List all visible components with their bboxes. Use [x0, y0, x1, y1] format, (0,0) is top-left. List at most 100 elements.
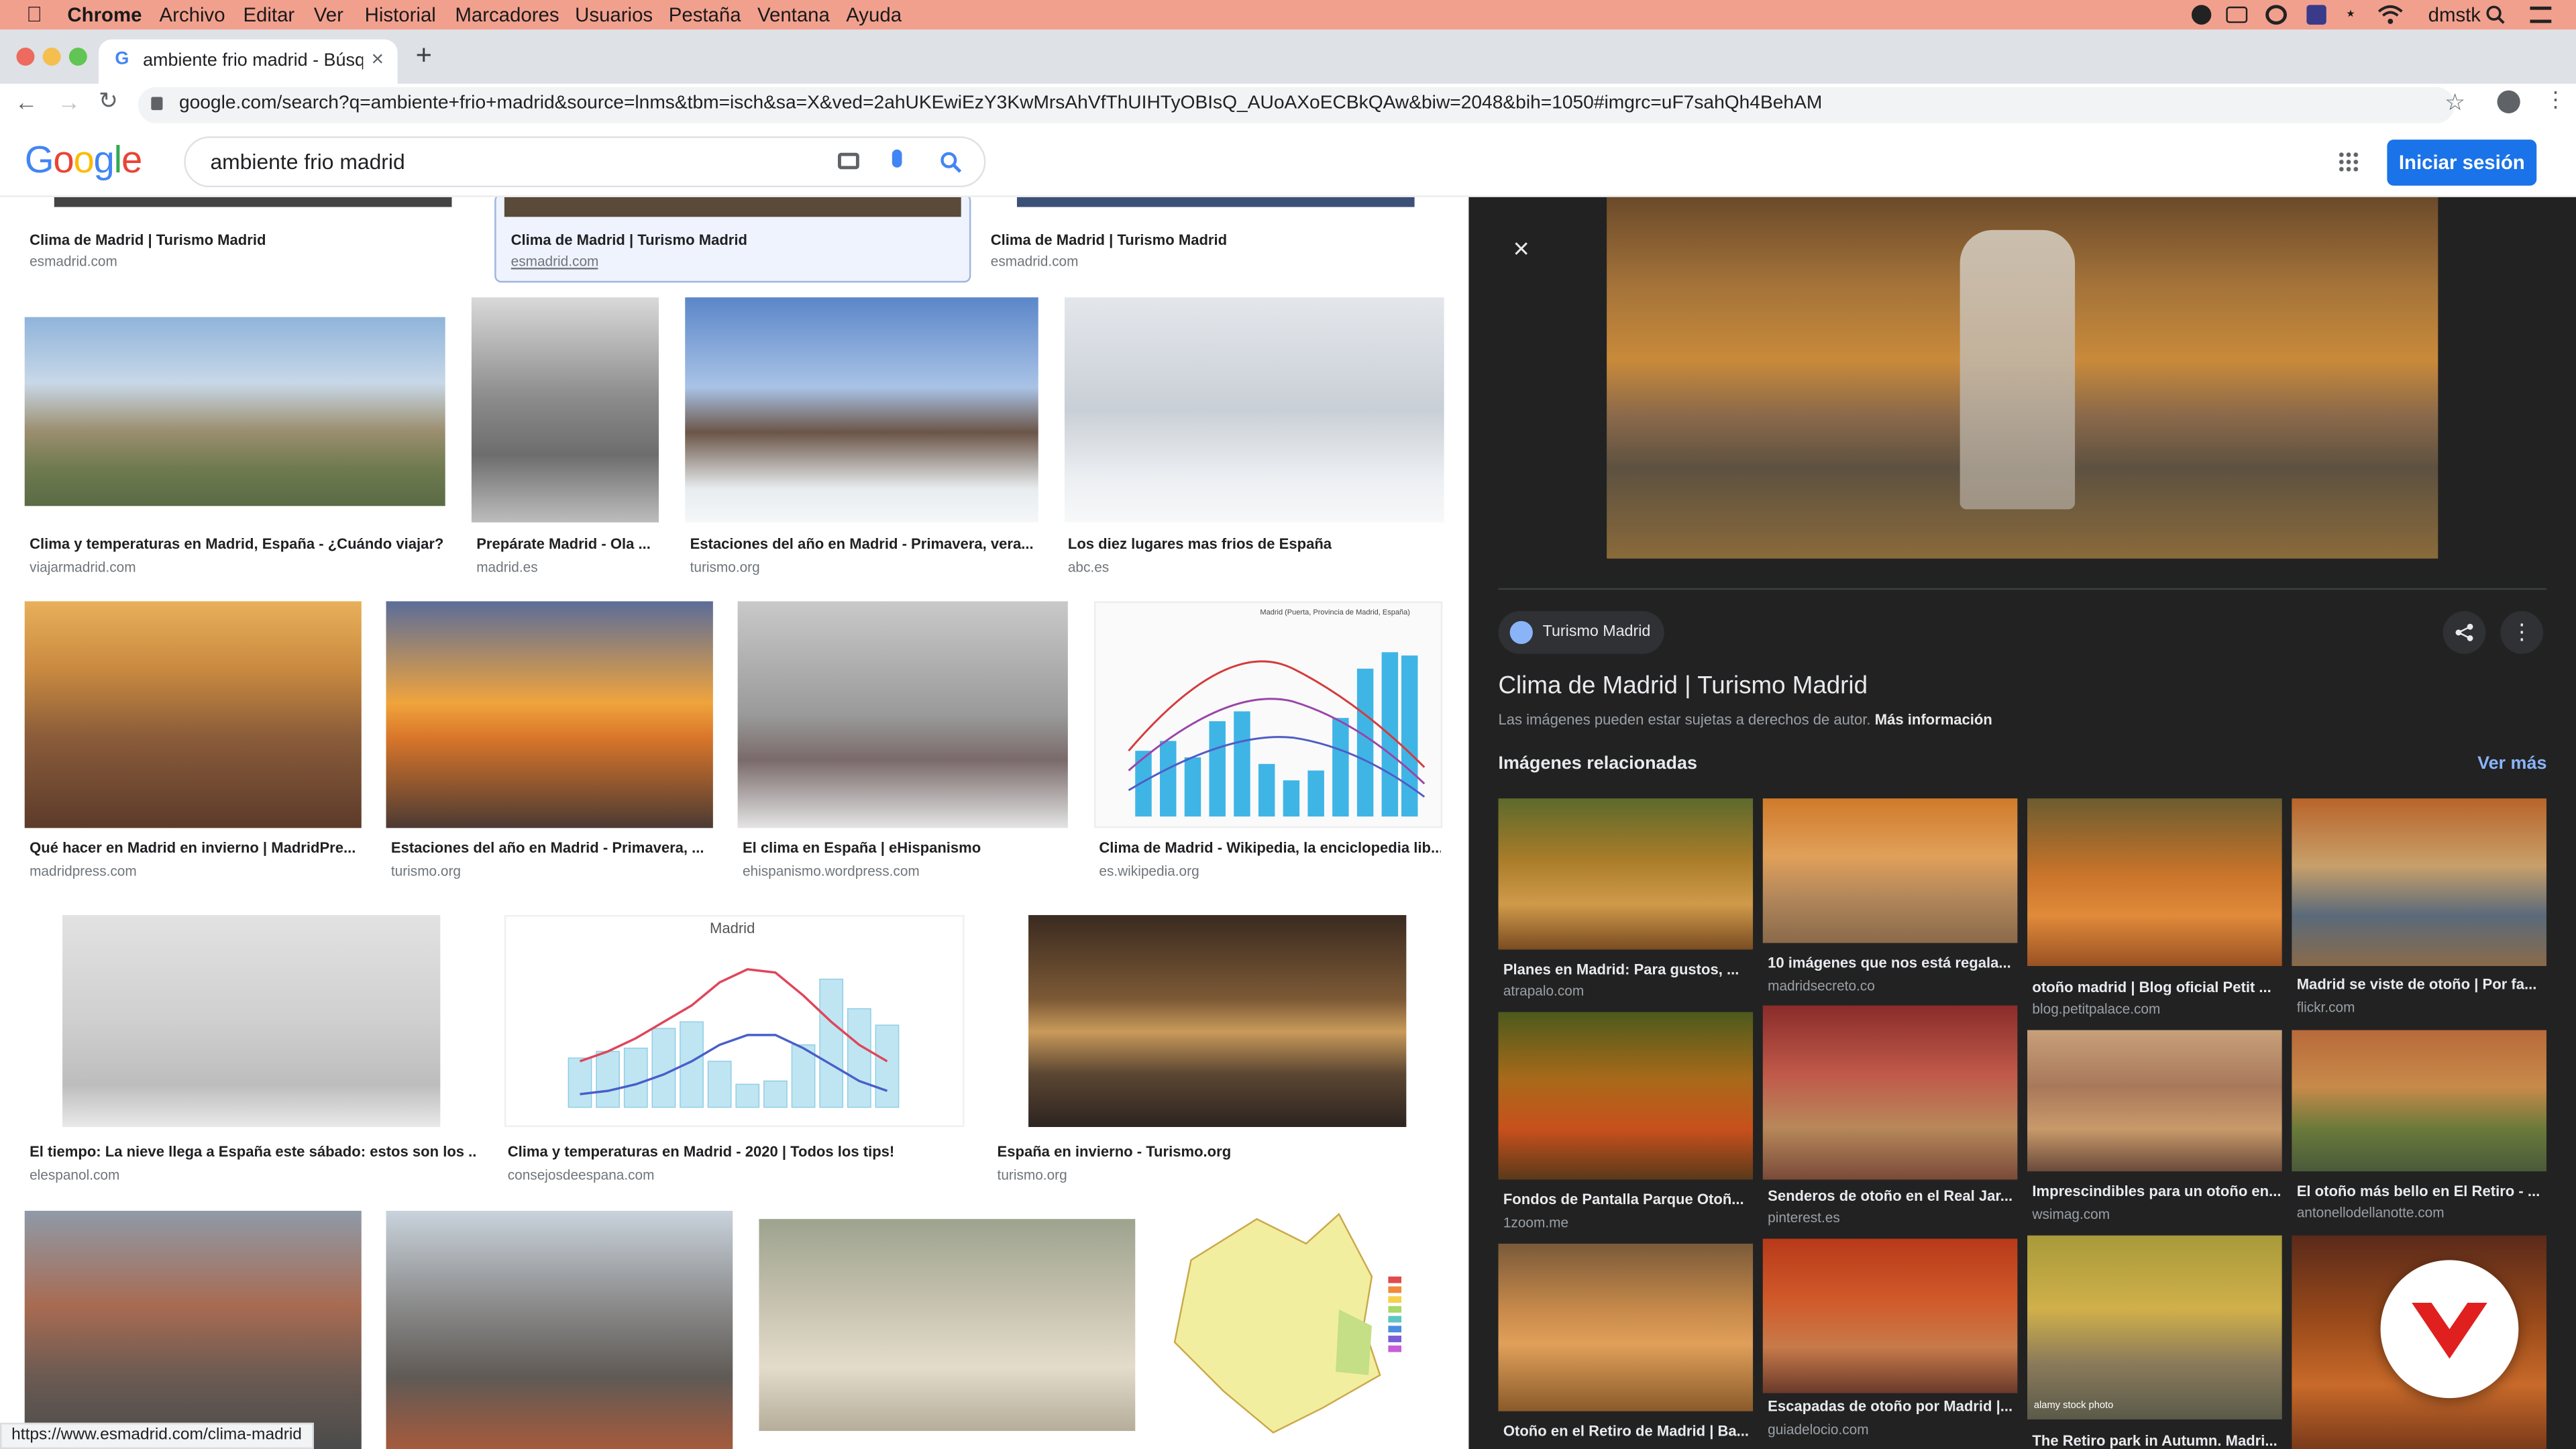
related-caption[interactable]: The Retiro park in Autumn. Madri... [2032, 1433, 2282, 1449]
result-domain[interactable]: madridpress.com [30, 863, 137, 879]
related-image[interactable] [2027, 1030, 2282, 1172]
result-caption[interactable]: Estaciones del año en Madrid - Primavera… [391, 839, 712, 855]
related-caption[interactable]: Imprescindibles para un otoño en... [2032, 1183, 2282, 1199]
result-domain[interactable]: esmadrid.com [991, 253, 1079, 269]
result-caption[interactable]: Qué hacer en Madrid en invierno | Madrid… [30, 839, 358, 855]
menu-pestana[interactable]: Pestaña [669, 3, 741, 26]
menu-editar[interactable]: Editar [243, 3, 294, 26]
related-domain[interactable]: flickr.com [2297, 999, 2355, 1015]
result-image[interactable] [24, 317, 445, 506]
related-domain[interactable]: atrapalo.com [1503, 983, 1584, 999]
result-domain[interactable]: madrid.es [476, 559, 537, 575]
source-chip[interactable]: Turismo Madrid [1498, 611, 1664, 654]
result-caption[interactable]: Clima y temperaturas en Madrid - 2020 | … [508, 1144, 968, 1160]
more-options-icon[interactable]: ⋮ [2500, 611, 2544, 654]
related-image[interactable] [1762, 1238, 2018, 1393]
preview-image[interactable] [1607, 197, 2438, 559]
result-chart-image[interactable]: Madrid [504, 915, 965, 1128]
close-panel-icon[interactable]: × [1513, 233, 1529, 266]
related-caption[interactable]: Planes en Madrid: Para gustos, ... [1503, 961, 1753, 977]
related-domain[interactable]: madridsecreto.co [1768, 977, 1875, 994]
app-status-icon[interactable] [2306, 5, 2326, 25]
menu-usuarios[interactable]: Usuarios [575, 3, 653, 26]
related-caption[interactable]: Fondos de Pantalla Parque Otoñ... [1503, 1191, 1753, 1208]
back-icon[interactable]: ← [15, 89, 38, 115]
related-caption[interactable]: El otoño más bello en El Retiro - ... [2297, 1183, 2546, 1199]
result-caption[interactable]: Clima de Madrid - Wikipedia, la enciclop… [1099, 839, 1440, 855]
signin-button[interactable]: Iniciar sesión [2387, 140, 2537, 186]
window-zoom-icon[interactable] [68, 48, 87, 66]
result-caption[interactable]: Clima de Madrid | Turismo Madrid [30, 231, 457, 248]
result-caption[interactable]: Clima de Madrid | Turismo Madrid [511, 231, 955, 248]
cc-icon[interactable] [2265, 5, 2288, 25]
result-domain[interactable]: abc.es [1068, 559, 1109, 575]
tab-active[interactable]: G ambiente frio madrid - Búsque × [98, 39, 398, 84]
menu-ayuda[interactable]: Ayuda [846, 3, 902, 26]
result-image[interactable] [386, 1210, 733, 1449]
related-image[interactable] [1762, 798, 2018, 943]
result-caption[interactable]: El tiempo: La nieve llega a España este … [30, 1144, 476, 1160]
result-caption[interactable]: Clima y temperaturas en Madrid, España -… [30, 535, 443, 551]
result-domain[interactable]: esmadrid.com [30, 253, 117, 269]
related-caption[interactable]: 10 imágenes que nos está regala... [1768, 955, 2017, 971]
related-domain[interactable]: wsimag.com [2032, 1206, 2110, 1222]
share-button[interactable] [2443, 611, 2486, 654]
wifi-icon[interactable] [2377, 5, 2404, 24]
result-image[interactable] [1064, 297, 1444, 523]
result-image[interactable] [737, 601, 1068, 828]
preview-title[interactable]: Clima de Madrid | Turismo Madrid [1498, 672, 1868, 700]
related-image[interactable] [1762, 1005, 2018, 1180]
result-map-image[interactable] [1158, 1210, 1444, 1438]
menu-historial[interactable]: Historial [365, 3, 436, 26]
related-domain[interactable]: antonellodellanotte.com [2297, 1204, 2445, 1220]
related-domain[interactable]: 1zoom.me [1503, 1214, 1568, 1230]
result-domain[interactable]: ehispanismo.wordpress.com [743, 863, 920, 879]
result-domain[interactable]: turismo.org [391, 863, 461, 879]
menu-ver[interactable]: Ver [314, 3, 343, 26]
result-domain[interactable]: elespanol.com [30, 1167, 119, 1183]
bluetooth-icon[interactable]: ⋆ [2345, 1, 2357, 24]
related-caption[interactable]: otoño madrid | Blog oficial Petit ... [2032, 979, 2282, 996]
result-image[interactable] [471, 297, 659, 523]
related-caption[interactable]: Senderos de otoño en el Real Jar... [1768, 1188, 2017, 1204]
result-domain[interactable]: turismo.org [998, 1167, 1067, 1183]
result-domain[interactable]: esmadrid.com [511, 253, 599, 269]
related-domain[interactable]: guiadelocio.com [1768, 1421, 1868, 1437]
result-domain[interactable]: viajarmadrid.com [30, 559, 136, 575]
related-caption[interactable]: Escapadas de otoño por Madrid |... [1768, 1398, 2017, 1414]
result-caption[interactable]: Los diez lugares mas frios de España [1068, 535, 1442, 551]
related-image[interactable] [2292, 1030, 2546, 1172]
screen-icon[interactable] [2226, 6, 2248, 23]
user-name[interactable]: dmstk [2428, 3, 2481, 26]
profile-icon[interactable] [2497, 90, 2520, 113]
result-image[interactable] [1028, 915, 1407, 1128]
related-image[interactable]: alamy stock photo [2027, 1235, 2282, 1419]
result-caption[interactable]: Prepárate Madrid - Ola ... [476, 535, 657, 551]
result-domain[interactable]: consejosdeespana.com [508, 1167, 655, 1183]
forward-icon[interactable]: → [58, 89, 80, 115]
control-center-icon[interactable] [2530, 6, 2552, 23]
spotlight-search-icon[interactable] [2485, 5, 2505, 24]
related-image[interactable] [1498, 1243, 1754, 1411]
result-domain[interactable]: es.wikipedia.org [1099, 863, 1199, 879]
address-bar[interactable]: google.com/search?q=ambiente+frio+madrid… [138, 87, 2465, 123]
result-caption[interactable]: Clima de Madrid | Turismo Madrid [991, 231, 1434, 248]
apple-menu-icon[interactable]:  [26, 1, 42, 26]
related-domain[interactable]: pinterest.es [1768, 1209, 1840, 1225]
result-image[interactable] [759, 1219, 1136, 1432]
see-more-link[interactable]: Ver más [2477, 754, 2546, 773]
chrome-menu-icon[interactable]: ⋮ [2545, 87, 2567, 113]
microphone-icon[interactable] [892, 149, 902, 168]
result-image[interactable] [24, 601, 362, 828]
result-image[interactable] [62, 915, 441, 1128]
result-image[interactable] [1016, 197, 1415, 207]
result-caption[interactable]: Estaciones del año en Madrid - Primavera… [690, 535, 1038, 551]
new-tab-icon[interactable]: + [416, 40, 432, 72]
floating-logo-button[interactable] [2380, 1260, 2519, 1399]
apps-grid-icon[interactable] [2337, 151, 2359, 173]
window-minimize-icon[interactable] [42, 48, 61, 66]
result-image[interactable] [685, 297, 1038, 523]
status-app-icon[interactable] [2191, 5, 2212, 25]
result-image[interactable] [54, 197, 452, 207]
related-image[interactable] [1498, 1012, 1754, 1180]
